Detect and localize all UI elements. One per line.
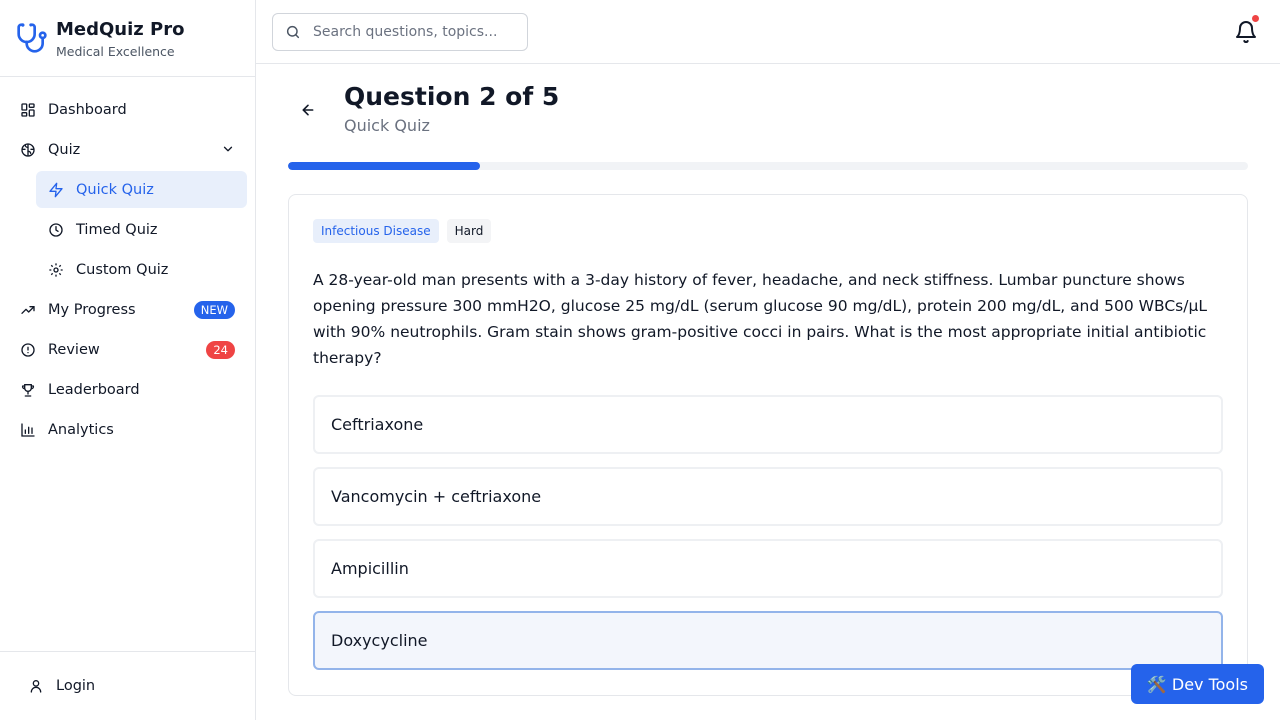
alert-circle-icon — [20, 342, 36, 358]
sidebar-item-label: Custom Quiz — [76, 261, 169, 278]
sidebar-item-label: Leaderboard — [48, 381, 140, 398]
sidebar-item-label: Analytics — [48, 421, 114, 438]
stethoscope-icon — [17, 23, 47, 53]
trophy-icon — [20, 382, 36, 398]
sidebar-item-label: Review — [48, 341, 100, 358]
login-label: Login — [56, 678, 96, 694]
search-box[interactable] — [272, 13, 528, 51]
answer-option-label: Ceftriaxone — [331, 415, 424, 434]
clock-icon — [48, 222, 64, 238]
sidebar-item-analytics[interactable]: Analytics — [8, 411, 247, 448]
sidebar-item-timed-quiz[interactable]: Timed Quiz — [36, 211, 247, 248]
sidebar-item-label: Timed Quiz — [76, 221, 158, 238]
sidebar-item-label: Quiz — [48, 141, 81, 158]
search-icon — [286, 25, 300, 39]
answer-option[interactable]: Ceftriaxone — [313, 395, 1223, 454]
user-icon — [30, 680, 42, 693]
sidebar-nav: Dashboard Quiz Quick Quiz Timed Quiz Cus… — [0, 77, 255, 448]
answer-option-label: Doxycycline — [331, 631, 428, 650]
question-text: A 28-year-old man presents with a 3-day … — [313, 271, 1207, 367]
main-content: Question 2 of 5 Quick Quiz Infectious Di… — [256, 64, 1280, 720]
trending-up-icon — [20, 302, 36, 318]
dev-tools-button[interactable]: 🛠️ Dev Tools — [1130, 664, 1264, 704]
bar-chart-icon — [20, 422, 36, 438]
sidebar-item-custom-quiz[interactable]: Custom Quiz — [36, 251, 247, 288]
answer-option-label: Vancomycin + ceftriaxone — [331, 487, 542, 506]
category-tag: Infectious Disease — [313, 219, 439, 243]
login-button[interactable]: Login — [0, 651, 255, 720]
sidebar-item-quick-quiz[interactable]: Quick Quiz — [36, 171, 247, 208]
chevron-down-icon[interactable] — [221, 142, 235, 156]
answer-option-selected[interactable]: Doxycycline — [313, 611, 1223, 670]
page-title: Question 2 of 5 — [344, 82, 560, 111]
sidebar-item-my-progress[interactable]: My Progress NEW — [8, 291, 247, 328]
page-subtitle: Quick Quiz — [344, 116, 430, 135]
question-card: Infectious Disease Hard A 28-year-old ma… — [288, 194, 1248, 696]
sidebar-item-quiz[interactable]: Quiz — [8, 131, 247, 168]
sidebar: MedQuiz Pro Medical Excellence Dashboard… — [0, 0, 256, 720]
sidebar-item-leaderboard[interactable]: Leaderboard — [8, 371, 247, 408]
answer-option[interactable]: Ampicillin — [313, 539, 1223, 598]
brain-icon — [20, 142, 36, 158]
dashboard-icon — [20, 102, 36, 118]
new-badge: NEW — [193, 301, 235, 319]
difficulty-tag: Hard — [446, 219, 492, 243]
gear-icon — [48, 262, 64, 278]
progress-fill — [288, 162, 480, 170]
sidebar-item-review[interactable]: Review 24 — [8, 331, 247, 368]
brand: MedQuiz Pro Medical Excellence — [0, 0, 255, 77]
search-input[interactable] — [313, 24, 513, 40]
review-count-badge: 24 — [206, 341, 235, 359]
notification-dot — [1252, 15, 1259, 22]
zap-icon — [48, 182, 64, 198]
sidebar-item-label: My Progress — [48, 301, 136, 318]
answer-option-label: Ampicillin — [331, 559, 409, 578]
answer-option[interactable]: Vancomycin + ceftriaxone — [313, 467, 1223, 526]
topbar — [256, 0, 1280, 64]
brand-title: MedQuiz Pro — [56, 19, 185, 40]
quiz-progress-bar — [288, 162, 1248, 170]
sidebar-item-dashboard[interactable]: Dashboard — [8, 91, 247, 128]
bell-icon[interactable] — [1234, 20, 1258, 44]
back-button[interactable] — [296, 98, 320, 122]
question-tags: Infectious Disease Hard — [313, 219, 492, 243]
brand-subtitle: Medical Excellence — [56, 44, 175, 59]
sidebar-item-label: Quick Quiz — [76, 181, 154, 198]
sidebar-item-label: Dashboard — [48, 101, 127, 118]
arrow-left-icon — [302, 104, 314, 116]
